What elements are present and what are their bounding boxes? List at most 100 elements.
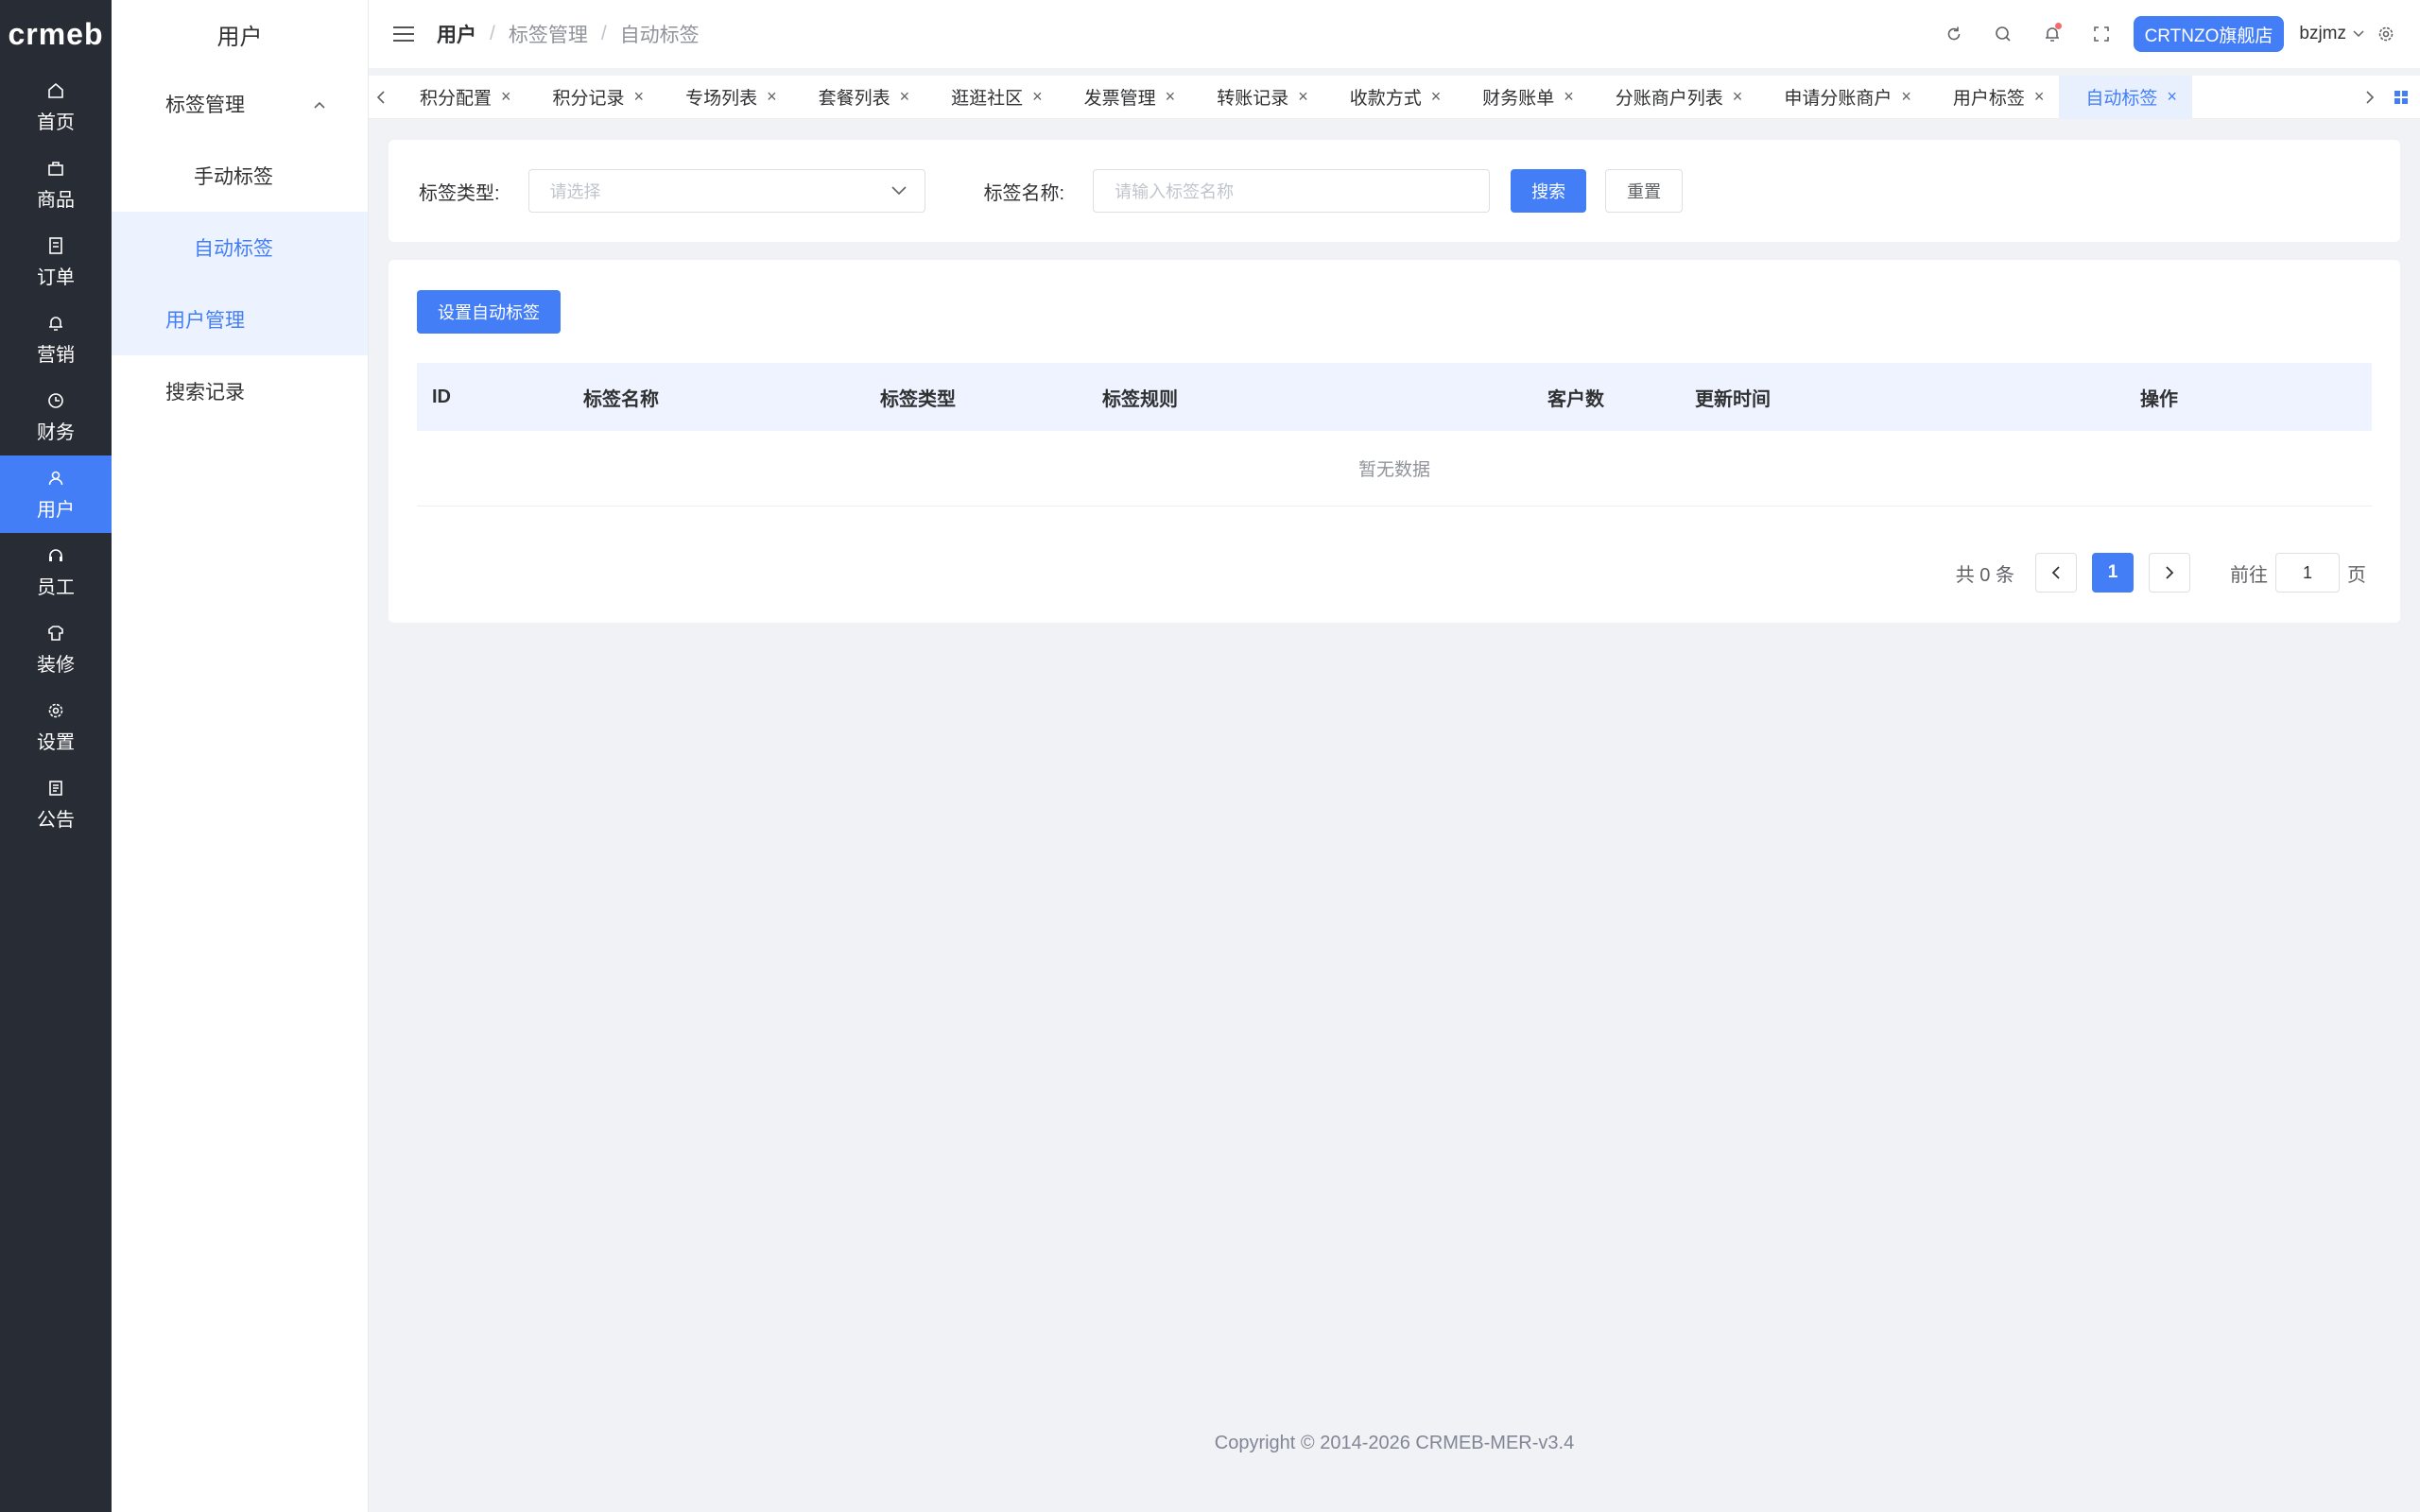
search-form: 标签类型: 请选择 标签名称: 请输入标签名称 搜索 重置 bbox=[389, 140, 2400, 242]
rail-item-user[interactable]: 用户 bbox=[0, 455, 112, 533]
tag-item[interactable]: 用户标签 × bbox=[1927, 76, 2060, 119]
close-icon[interactable]: × bbox=[1733, 87, 1743, 107]
collapse-menu-icon[interactable] bbox=[393, 24, 414, 44]
rail-item-finance[interactable]: 财务 bbox=[0, 378, 112, 455]
column-header-actions: 操作 bbox=[2140, 388, 2178, 410]
tag-name-input[interactable]: 请输入标签名称 bbox=[1093, 169, 1491, 213]
breadcrumb: 用户 / 标签管理 / 自动标签 bbox=[437, 20, 700, 48]
tag-label: 分账商户列表 bbox=[1615, 89, 1723, 109]
tags-scroll-right-icon[interactable] bbox=[2358, 76, 2382, 119]
settings-gear-icon[interactable] bbox=[2365, 0, 2407, 68]
rail-item-notice[interactable]: 公告 bbox=[0, 765, 112, 843]
rail-item-goods[interactable]: 商品 bbox=[0, 146, 112, 223]
rail-item-label: 公告 bbox=[37, 809, 75, 831]
set-auto-tag-button[interactable]: 设置自动标签 bbox=[417, 290, 561, 334]
tag-item[interactable]: 积分记录 × bbox=[527, 76, 660, 119]
search-icon[interactable] bbox=[1979, 0, 2028, 68]
tag-type-select[interactable]: 请选择 bbox=[527, 169, 925, 213]
prev-page-button[interactable] bbox=[2035, 553, 2077, 593]
notification-bell-icon[interactable] bbox=[2028, 0, 2077, 68]
submenu-item-auto-tag[interactable]: 自动标签 bbox=[112, 212, 368, 284]
chevron-down-icon bbox=[890, 181, 908, 201]
breadcrumb-item[interactable]: 用户 bbox=[437, 20, 476, 48]
brand-logo[interactable]: crmeb bbox=[0, 0, 112, 68]
tag-item[interactable]: 分账商户列表 × bbox=[1589, 76, 1758, 119]
goto-label: 前往 bbox=[2230, 564, 2268, 586]
tag-item[interactable]: 逛逛社区 × bbox=[925, 76, 1058, 119]
page-number-current[interactable]: 1 bbox=[2092, 553, 2134, 593]
tag-item[interactable]: 收款方式 × bbox=[1323, 76, 1457, 119]
user-icon bbox=[45, 468, 66, 489]
tag-item[interactable]: 套餐列表 × bbox=[792, 76, 925, 119]
breadcrumb-separator: / bbox=[600, 23, 607, 44]
tag-item[interactable]: 转账记录 × bbox=[1190, 76, 1323, 119]
username: bzjmz bbox=[2299, 24, 2346, 43]
close-icon[interactable]: × bbox=[1564, 87, 1574, 107]
main-sidebar: crmeb 首页 商品 订单 营销 财务 用户 员工 装修 设置 公告 bbox=[0, 0, 112, 1512]
close-icon[interactable]: × bbox=[1032, 87, 1043, 107]
breadcrumb-item: 自动标签 bbox=[619, 25, 700, 46]
rail-item-decoration[interactable]: 装修 bbox=[0, 610, 112, 688]
rail-item-marketing[interactable]: 营销 bbox=[0, 301, 112, 378]
rail-item-label: 员工 bbox=[37, 576, 75, 598]
rail-item-label: 用户 bbox=[37, 499, 75, 521]
search-button[interactable]: 搜索 bbox=[1511, 169, 1587, 213]
submenu-item-label: 自动标签 bbox=[194, 238, 273, 260]
tag-item[interactable]: 专场列表 × bbox=[659, 76, 792, 119]
close-icon[interactable]: × bbox=[501, 87, 511, 107]
close-icon[interactable]: × bbox=[634, 87, 645, 107]
submenu-item-label: 手动标签 bbox=[194, 166, 273, 188]
rail-item-label: 装修 bbox=[37, 654, 75, 676]
submenu-item-user-management[interactable]: 用户管理 bbox=[112, 284, 368, 355]
reset-button[interactable]: 重置 bbox=[1605, 169, 1684, 213]
tag-item[interactable]: 申请分账商户 × bbox=[1757, 76, 1927, 119]
close-icon[interactable]: × bbox=[1901, 87, 1911, 107]
close-icon[interactable]: × bbox=[767, 87, 777, 107]
tag-label: 转账记录 bbox=[1217, 89, 1289, 109]
close-icon[interactable]: × bbox=[1166, 87, 1176, 107]
shirt-icon bbox=[45, 623, 66, 644]
refresh-icon[interactable] bbox=[1929, 0, 1979, 68]
gear-icon bbox=[45, 700, 66, 721]
close-icon[interactable]: × bbox=[2167, 87, 2177, 107]
user-dropdown[interactable]: bzjmz bbox=[2299, 24, 2365, 44]
column-header-tag-rule: 标签规则 bbox=[1102, 388, 1178, 410]
notification-dot bbox=[2054, 23, 2062, 29]
pagination: 共 0 条 1 前往 1 页 bbox=[1956, 553, 2366, 593]
tags-list: 积分配置 × 积分记录 × 专场列表 × 套餐列表 × 逛逛社区 × 发票管理 × 转账记录… bbox=[393, 75, 2358, 119]
tags-scroll-left-icon[interactable] bbox=[369, 76, 393, 119]
store-switch-button[interactable]: CRTNZO旗舰店 bbox=[2133, 16, 2285, 52]
close-icon[interactable]: × bbox=[900, 87, 910, 107]
tag-item[interactable]: 发票管理 × bbox=[1058, 76, 1191, 119]
tag-item[interactable]: 积分配置 × bbox=[393, 76, 527, 119]
goto-page-input[interactable]: 1 bbox=[2275, 553, 2340, 593]
tag-item-active[interactable]: 自动标签 × bbox=[2059, 75, 2192, 119]
home-icon bbox=[45, 80, 66, 101]
rail-item-settings[interactable]: 设置 bbox=[0, 688, 112, 765]
submenu-item-manual-tag[interactable]: 手动标签 bbox=[112, 140, 368, 212]
close-icon[interactable]: × bbox=[1298, 87, 1308, 107]
tag-item[interactable]: 财务账单 × bbox=[1456, 76, 1589, 119]
grid-menu-icon[interactable] bbox=[2382, 76, 2420, 119]
submenu-group-tag-management[interactable]: 标签管理 bbox=[112, 68, 368, 140]
rail-item-staff[interactable]: 员工 bbox=[0, 533, 112, 610]
table-header: ID 标签名称 标签类型 标签规则 客户数 更新时间 操作 bbox=[417, 363, 2372, 431]
breadcrumb-item[interactable]: 标签管理 bbox=[509, 20, 588, 48]
tag-label: 套餐列表 bbox=[818, 89, 890, 109]
close-icon[interactable]: × bbox=[1431, 87, 1442, 107]
next-page-button[interactable] bbox=[2149, 553, 2190, 593]
close-icon[interactable]: × bbox=[2034, 87, 2045, 107]
submenu-item-search-records[interactable]: 搜索记录 bbox=[112, 355, 368, 427]
rail-item-home[interactable]: 首页 bbox=[0, 68, 112, 146]
tag-label: 积分配置 bbox=[420, 89, 493, 109]
tag-name-placeholder: 请输入标签名称 bbox=[1115, 182, 1235, 201]
tag-type-placeholder: 请选择 bbox=[549, 182, 601, 201]
document-icon bbox=[45, 235, 66, 256]
rail-item-label: 首页 bbox=[37, 112, 75, 133]
fullscreen-icon[interactable] bbox=[2077, 0, 2126, 68]
headset-icon bbox=[45, 545, 66, 566]
column-header-id: ID bbox=[432, 386, 451, 407]
rail-item-label: 商品 bbox=[37, 189, 75, 211]
submenu-group-label: 标签管理 bbox=[165, 94, 245, 116]
rail-item-orders[interactable]: 订单 bbox=[0, 223, 112, 301]
